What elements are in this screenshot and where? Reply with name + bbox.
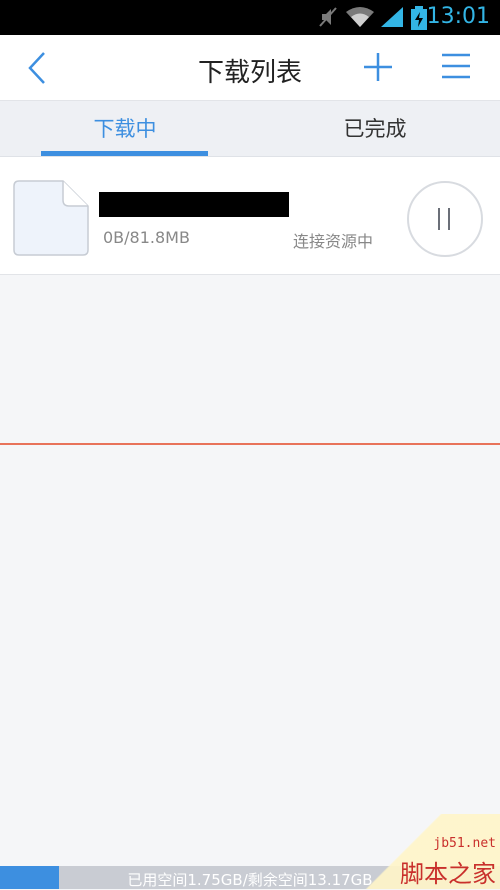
watermark-site: jb51.net: [433, 836, 496, 851]
mute-icon: [318, 6, 338, 28]
page-title: 下载列表: [0, 52, 500, 89]
file-name: [99, 192, 289, 217]
plus-icon[interactable]: [362, 51, 394, 83]
tab-completed[interactable]: 已完成: [250, 101, 500, 156]
file-size: 0B/81.8MB: [103, 228, 190, 247]
clock: 13:01: [427, 4, 490, 29]
download-status: 连接资源中: [293, 228, 373, 252]
watermark-logo: jb51.net 脚本之家: [350, 814, 500, 889]
battery-charging-icon: [411, 6, 427, 30]
watermark-name: 脚本之家: [400, 854, 496, 889]
tab-downloading[interactable]: 下载中: [0, 101, 250, 156]
download-list-empty-area: [0, 275, 500, 866]
download-list-item[interactable]: 0B/81.8MB 连接资源中: [0, 157, 500, 275]
menu-icon[interactable]: [441, 51, 471, 81]
pause-button[interactable]: [407, 181, 483, 257]
status-bar: 13:01: [0, 0, 500, 35]
signal-icon: [380, 6, 404, 28]
pause-icon: [438, 208, 440, 230]
divider-line: [0, 443, 500, 445]
active-tab-indicator: [41, 151, 208, 156]
wifi-icon: [345, 6, 375, 28]
tab-bar: 下载中 已完成: [0, 101, 500, 157]
nav-bar: 下载列表: [0, 35, 500, 101]
file-icon: [13, 180, 89, 256]
